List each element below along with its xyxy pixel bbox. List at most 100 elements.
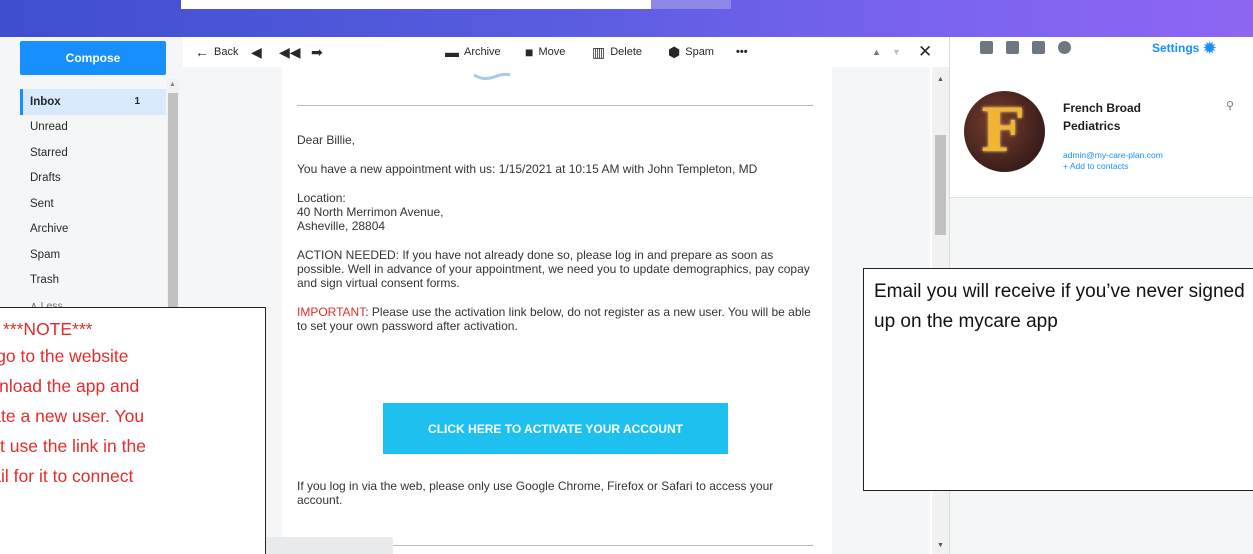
sender-details: admin@my-care-plan.com + Add to contacts	[1063, 150, 1163, 172]
spam-button[interactable]: ⬢ Spam	[668, 37, 714, 67]
contact-card: Settings ✹ F French Broad Pediatrics ⚲ a…	[950, 37, 1253, 198]
sender-email[interactable]: admin@my-care-plan.com	[1063, 150, 1163, 161]
sidebar-item-label: Spam	[30, 248, 61, 261]
sidebar-item-label: Archive	[30, 223, 69, 236]
close-icon: ✕	[918, 42, 933, 61]
delete-label: Delete	[610, 46, 643, 58]
important-text: IMPORTANT: Please use the activation lin…	[297, 305, 817, 333]
prev-message-button[interactable]: ▲	[872, 37, 881, 67]
important-label: IMPORTANT	[297, 305, 366, 319]
note-line: create a new user. You	[0, 406, 145, 426]
top-header	[0, 0, 1253, 37]
more-button[interactable]: •••	[736, 37, 748, 67]
sidebar-item-label: Unread	[30, 121, 68, 134]
compose-button[interactable]: Compose	[20, 41, 166, 75]
settings-label: Settings	[1152, 41, 1200, 55]
help-icon[interactable]	[1058, 41, 1071, 54]
note-line: download the app and	[0, 376, 140, 396]
caret-down-icon: ▼	[892, 47, 901, 57]
reply-all-icon: ◀◀	[279, 43, 301, 60]
note-line: must use the link in the	[0, 436, 146, 456]
add-to-contacts-link[interactable]: + Add to contacts	[1063, 161, 1163, 172]
caret-up-icon: ▲	[872, 47, 881, 57]
note-line: email for it to connect	[0, 466, 134, 486]
next-message-button[interactable]: ▼	[892, 37, 901, 67]
sidebar-item-inbox[interactable]: Inbox 1	[20, 89, 166, 115]
top-divider	[297, 105, 813, 106]
email-text: Dear Billie, You have a new appointment …	[297, 133, 817, 348]
folder-list: Inbox 1 Unread Starred Drafts Sent Archi…	[20, 89, 166, 319]
appointment-text: You have a new appointment with us: 1/15…	[297, 162, 758, 176]
forward-button[interactable]: ➡	[311, 37, 323, 67]
close-button[interactable]: ✕	[918, 37, 932, 67]
unread-count: 1	[134, 96, 140, 108]
avatar-letter: F	[980, 96, 1023, 166]
annotation-box-left: ***NOTE*** not go to the website downloa…	[0, 307, 266, 554]
sidebar-item-label: Sent	[30, 197, 54, 210]
activate-account-button[interactable]: CLICK HERE TO ACTIVATE YOUR ACCOUNT	[383, 403, 728, 454]
avatar: F	[964, 91, 1045, 172]
annotation-box-right: Email you will receive if you’ve never s…	[863, 268, 1253, 491]
forward-icon: ➡	[311, 43, 323, 60]
search-input[interactable]	[181, 0, 651, 9]
browser-note: If you log in via the web, please only u…	[297, 479, 774, 507]
gear-icon: ✹	[1203, 40, 1216, 57]
sidebar-item-spam[interactable]: Spam	[20, 242, 166, 268]
sidebar-item-trash[interactable]: Trash	[20, 268, 166, 294]
note-heading: ***NOTE***	[3, 319, 93, 339]
back-button[interactable]: ← Back	[195, 37, 238, 67]
settings-button[interactable]: Settings ✹	[1152, 39, 1216, 57]
note-line: not go to the website	[0, 346, 129, 366]
sidebar-item-label: Trash	[30, 274, 59, 287]
archive-button[interactable]: ▬ Archive	[445, 37, 501, 67]
important-body: : Please use the activation link below, …	[297, 305, 811, 333]
sender-name: French Broad Pediatrics	[1063, 101, 1142, 133]
search-button[interactable]	[651, 0, 731, 9]
bottom-tab	[263, 537, 393, 554]
app-icons	[980, 41, 1071, 54]
action-needed-text: ACTION NEEDED: If you have not already d…	[297, 248, 810, 290]
address-line-1: 40 North Merrimon Avenue,	[297, 205, 444, 219]
move-label: Move	[538, 46, 566, 58]
scroll-down-icon[interactable]: ▼	[937, 542, 944, 549]
scrollbar-thumb[interactable]	[935, 135, 946, 235]
logo-fragment-icon	[473, 72, 511, 81]
calendar-icon[interactable]	[1006, 41, 1019, 54]
annotation-text: Email you will receive if you’ve never s…	[874, 281, 1245, 332]
greeting: Dear Billie,	[297, 133, 356, 147]
back-label: Back	[214, 46, 239, 58]
move-button[interactable]: ■ Move	[525, 37, 565, 67]
reply-icon: ◀	[251, 43, 262, 60]
sidebar-item-unread[interactable]: Unread	[20, 115, 166, 141]
shield-icon: ⬢	[668, 43, 681, 60]
contacts-icon[interactable]	[980, 41, 993, 54]
trash-icon: ▥	[592, 43, 606, 60]
sidebar-item-label: Drafts	[30, 172, 61, 185]
sidebar-item-starred[interactable]: Starred	[20, 140, 166, 166]
location-block: Location: 40 North Merrimon Avenue, Ashe…	[297, 191, 817, 233]
archive-icon: ▬	[445, 44, 459, 60]
sidebar-item-label: Inbox	[30, 95, 61, 108]
sidebar-item-drafts[interactable]: Drafts	[20, 166, 166, 192]
spam-label: Spam	[685, 46, 714, 58]
reply-button[interactable]: ◀	[251, 37, 262, 67]
arrow-left-icon: ←	[195, 44, 209, 60]
location-label: Location:	[297, 191, 346, 205]
search-icon[interactable]: ⚲	[1226, 99, 1234, 112]
sidebar-item-archive[interactable]: Archive	[20, 217, 166, 243]
delete-button[interactable]: ▥ Delete	[592, 37, 642, 67]
sidebar-item-sent[interactable]: Sent	[20, 191, 166, 217]
footer-text-block: If you log in via the web, please only u…	[297, 479, 817, 522]
scroll-up-icon[interactable]: ▲	[169, 81, 176, 88]
address-line-2: Asheville, 28804	[297, 219, 386, 233]
email-body: Dear Billie, You have a new appointment …	[282, 67, 832, 554]
more-icon: •••	[736, 46, 748, 58]
note-lines: not go to the website download the app a…	[0, 341, 265, 491]
message-toolbar: ← Back ◀ ◀◀ ➡ ▬ Archive ■ Move ▥ Delete …	[183, 37, 950, 67]
scroll-up-icon[interactable]: ▲	[937, 76, 944, 83]
sidebar-item-label: Starred	[30, 146, 68, 159]
archive-label: Archive	[464, 46, 501, 58]
notepad-icon[interactable]	[1032, 41, 1045, 54]
move-icon: ■	[525, 44, 534, 60]
reply-all-button[interactable]: ◀◀	[279, 37, 301, 67]
